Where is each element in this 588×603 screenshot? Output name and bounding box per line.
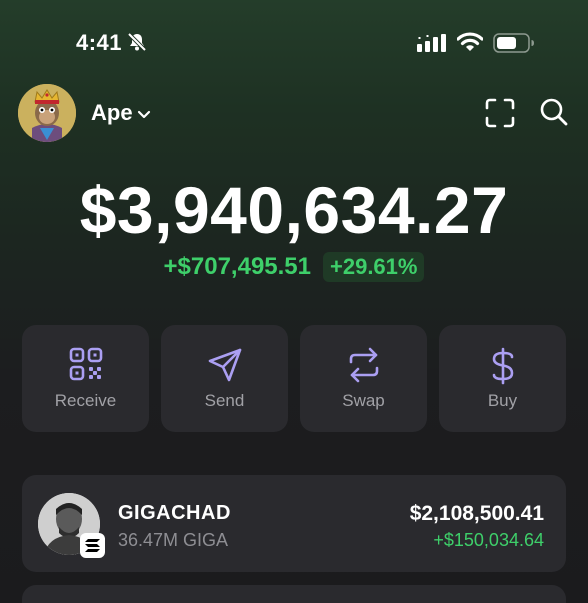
- bell-slash-icon: [127, 32, 147, 57]
- send-icon: [161, 347, 288, 383]
- avatar[interactable]: [18, 84, 76, 142]
- token-name: GIGACHAD: [118, 502, 231, 524]
- change-amount: +$707,495.51: [163, 253, 311, 280]
- dollar-icon: [439, 347, 566, 385]
- buy-label: Buy: [487, 391, 518, 410]
- battery-icon: [493, 33, 535, 58]
- scan-icon[interactable]: [485, 98, 515, 133]
- receive-label: Receive: [54, 391, 117, 410]
- change-percent-badge: +29.61%: [323, 252, 425, 282]
- signal-icon: [417, 34, 447, 57]
- action-buttons: Receive Send Swap Buy: [22, 325, 566, 432]
- total-balance: $3,940,634.27: [79, 173, 509, 247]
- solana-icon: [80, 533, 105, 558]
- swap-button[interactable]: Swap: [300, 325, 427, 432]
- account-name: Ape: [91, 100, 133, 125]
- send-button[interactable]: Send: [161, 325, 288, 432]
- buy-button[interactable]: Buy: [439, 325, 566, 432]
- balance-change: +$707,495.51 +29.61%: [0, 252, 588, 282]
- status-time: 4:41: [76, 30, 123, 55]
- token-row-gigachad[interactable]: GIGACHAD 36.47M GIGA $2,108,500.41 +$150…: [22, 475, 566, 572]
- token-change: +$150,034.64: [433, 530, 544, 550]
- wifi-icon: [456, 32, 484, 57]
- status-bar: 4:41: [0, 0, 588, 80]
- qr-code-icon: [22, 347, 149, 381]
- token-quantity: 36.47M GIGA: [118, 530, 229, 550]
- send-label: Send: [204, 391, 245, 410]
- chevron-down-icon: [137, 100, 151, 126]
- bored-ape-avatar: [18, 84, 76, 142]
- swap-icon: [300, 347, 427, 383]
- token-row-next[interactable]: [22, 585, 566, 603]
- receive-button[interactable]: Receive: [22, 325, 149, 432]
- token-value: $2,108,500.41: [409, 502, 544, 525]
- account-switcher[interactable]: Ape: [91, 100, 151, 126]
- search-icon[interactable]: [539, 97, 569, 132]
- swap-label: Swap: [342, 391, 385, 410]
- header: Ape: [0, 80, 588, 146]
